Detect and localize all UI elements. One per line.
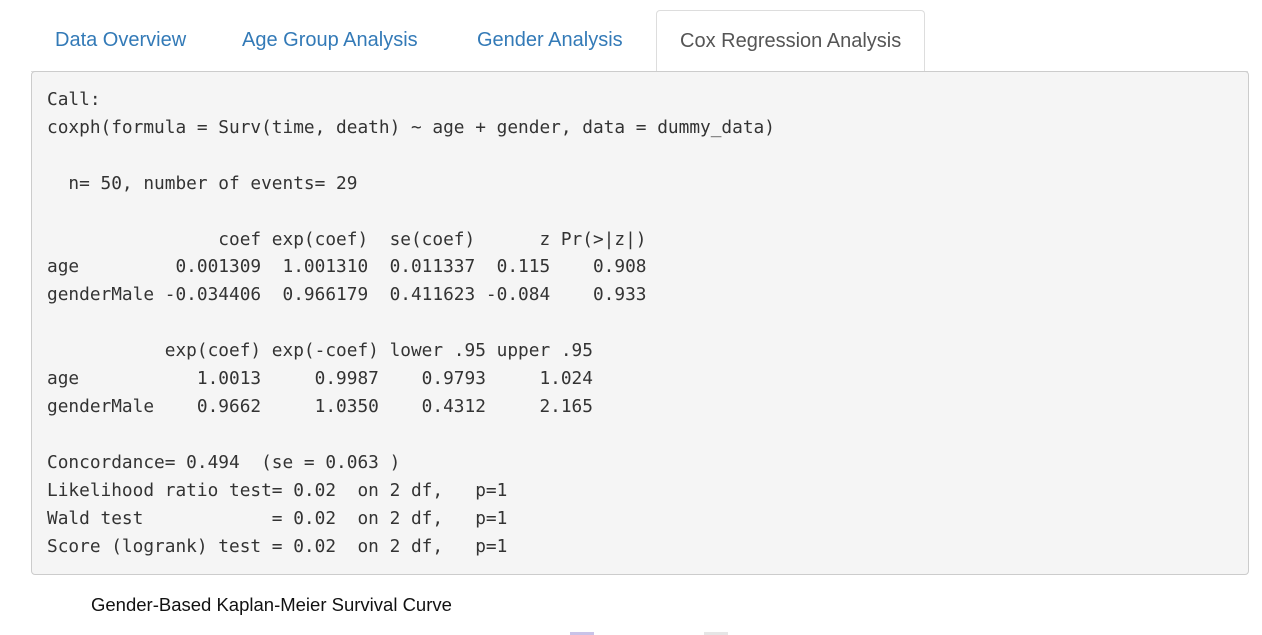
cox-regression-output: Call: coxph(formula = Surv(time, death) … <box>31 71 1249 575</box>
tab-data-overview[interactable]: Data Overview <box>55 10 186 71</box>
plot-title: Gender-Based Kaplan-Meier Survival Curve <box>91 594 452 615</box>
tab-gender-analysis[interactable]: Gender Analysis <box>477 10 623 71</box>
tab-bar: Data Overview Age Group Analysis Gender … <box>31 10 1248 72</box>
tab-age-group-analysis[interactable]: Age Group Analysis <box>242 10 418 71</box>
tab-cox-regression-analysis[interactable]: Cox Regression Analysis <box>656 10 926 72</box>
